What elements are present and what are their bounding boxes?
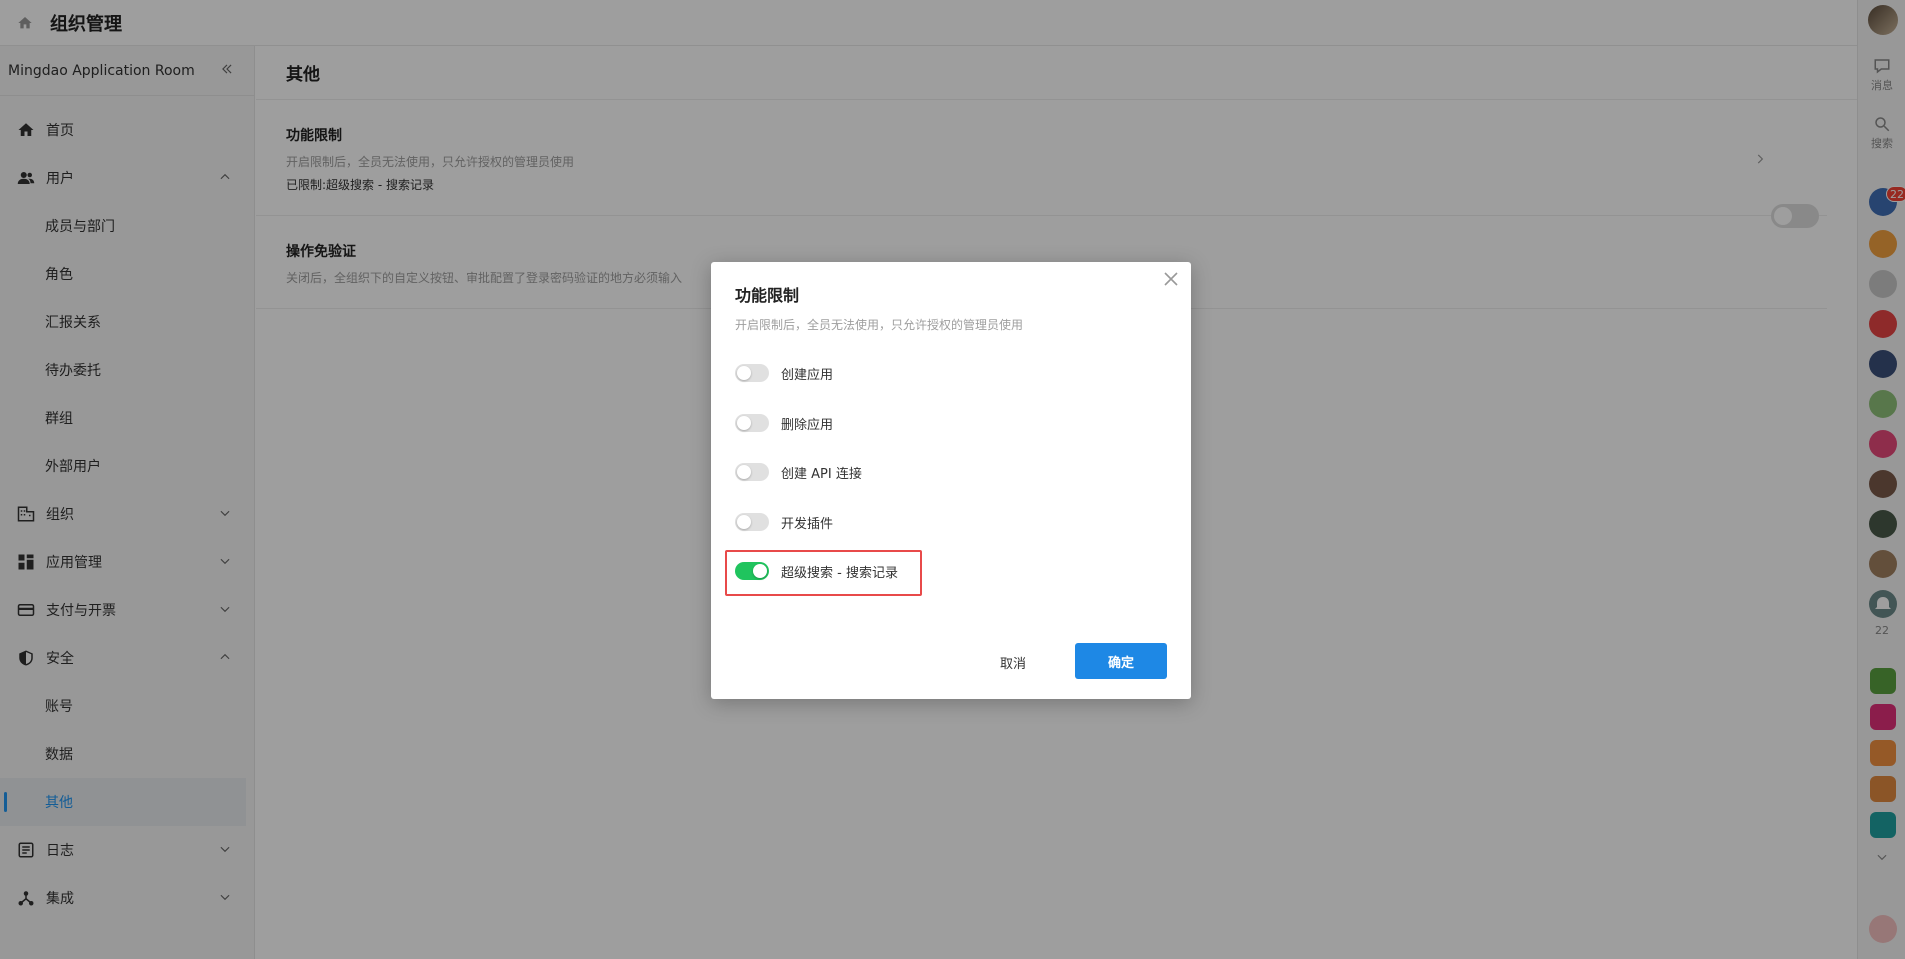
feature-restriction-dialog: 功能限制 开启限制后，全员无法使用，只允许授权的管理员使用 创建应用 删除应用 … xyxy=(711,262,1191,699)
dialog-title: 功能限制 xyxy=(735,286,800,305)
toggle-create-api[interactable] xyxy=(735,463,769,481)
option-dev-plugin[interactable]: 开发插件 xyxy=(735,510,833,534)
option-create-app[interactable]: 创建应用 xyxy=(735,361,833,385)
dialog-description: 开启限制后，全员无法使用，只允许授权的管理员使用 xyxy=(735,318,1024,332)
option-label: 删除应用 xyxy=(781,417,834,433)
cancel-button[interactable]: 取消 xyxy=(981,644,1045,680)
confirm-button[interactable]: 确定 xyxy=(1075,643,1167,679)
close-icon[interactable] xyxy=(1159,267,1183,291)
option-label: 创建 API 连接 xyxy=(781,466,862,482)
toggle-create-app[interactable] xyxy=(735,364,769,382)
option-delete-app[interactable]: 删除应用 xyxy=(735,411,833,435)
toggle-delete-app[interactable] xyxy=(735,414,769,432)
option-label: 创建应用 xyxy=(781,367,834,383)
highlight-box xyxy=(725,550,922,596)
option-create-api[interactable]: 创建 API 连接 xyxy=(735,460,862,484)
option-label: 开发插件 xyxy=(781,516,834,532)
toggle-dev-plugin[interactable] xyxy=(735,513,769,531)
